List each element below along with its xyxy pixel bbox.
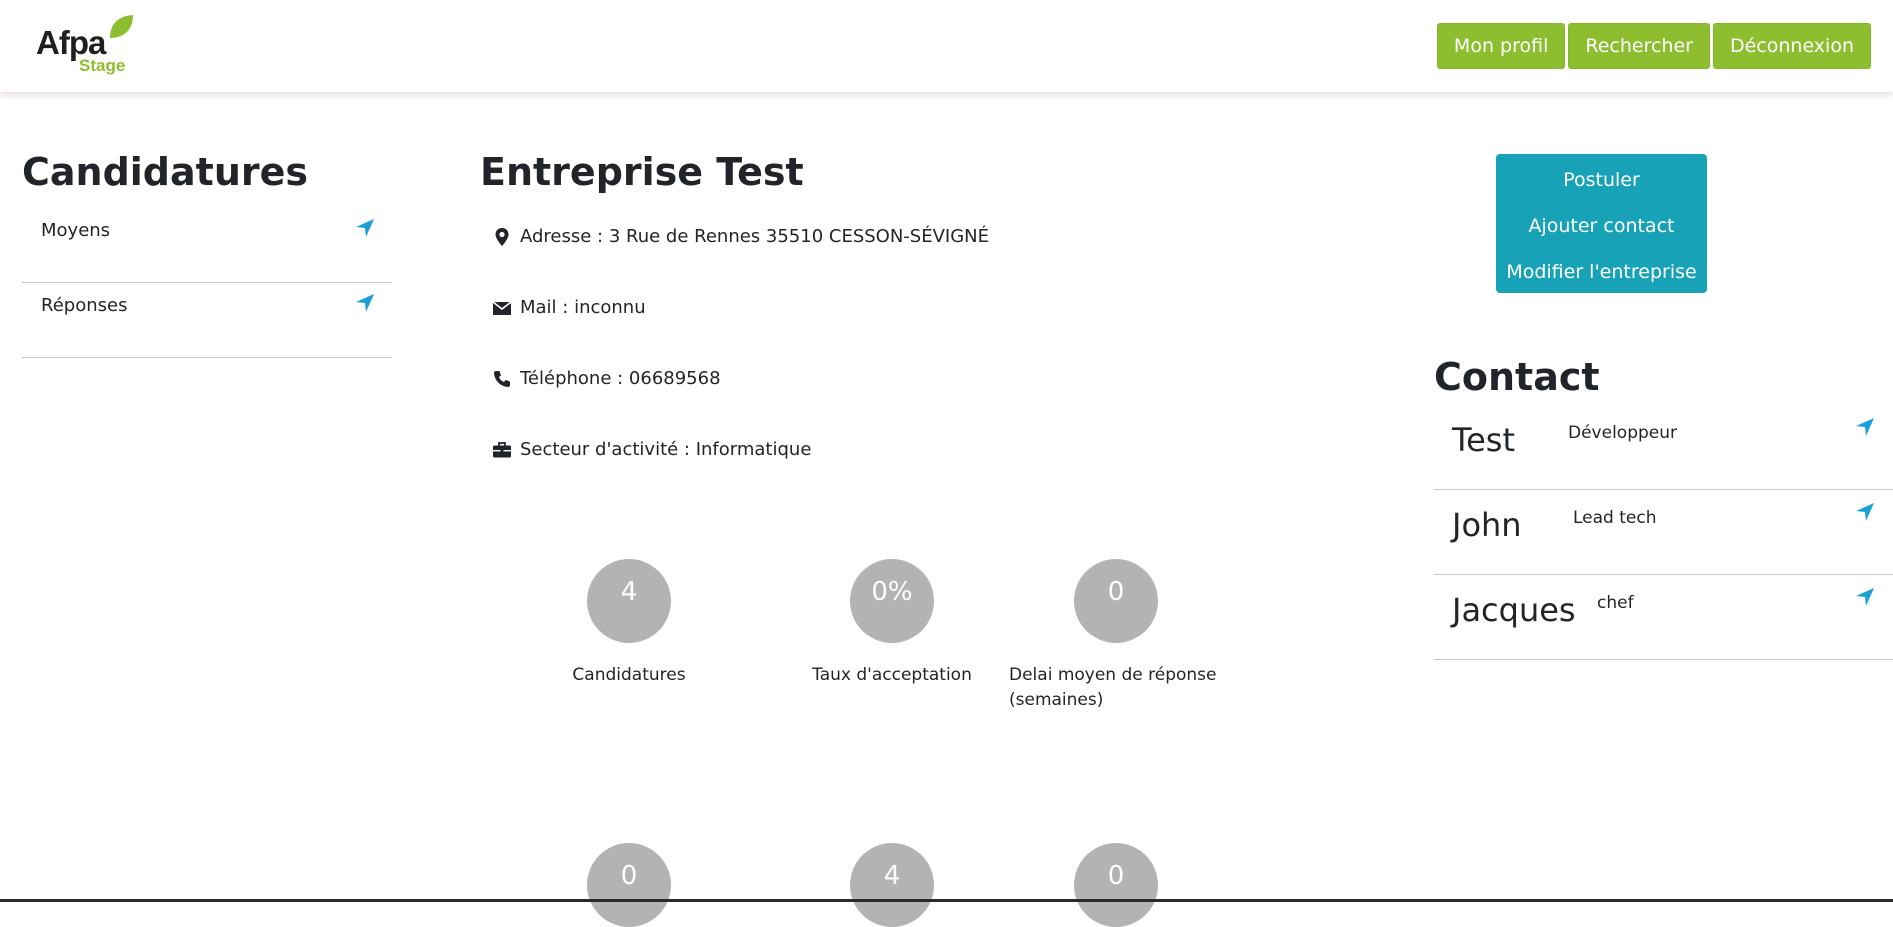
location-arrow-icon[interactable] bbox=[1855, 502, 1875, 522]
location-arrow-icon[interactable] bbox=[355, 218, 375, 238]
stat-delai-moyen: 0 Delai moyen de réponse (semaines) bbox=[1006, 559, 1226, 713]
map-marker-icon bbox=[492, 227, 512, 247]
postuler-button[interactable]: Postuler bbox=[1496, 165, 1707, 211]
company-details: Entreprise Test Adresse : 3 Rue de Renne… bbox=[480, 150, 1360, 927]
candidatures-panel: Candidatures Moyens Réponses bbox=[22, 150, 392, 358]
candidatures-list: Moyens Réponses bbox=[22, 208, 392, 358]
contact-item-jacques[interactable]: Jacques chef bbox=[1434, 575, 1893, 660]
sidebar-item-label: Réponses bbox=[41, 294, 128, 316]
leaf-icon bbox=[110, 15, 133, 38]
stat-item: 4 bbox=[782, 843, 1002, 927]
rechercher-button[interactable]: Rechercher bbox=[1568, 23, 1710, 69]
contact-list: Test Développeur John Lead tech Jacques … bbox=[1434, 405, 1893, 660]
sector-text: Secteur d'activité : Informatique bbox=[520, 439, 812, 460]
main-nav: Mon profil Rechercher Déconnexion bbox=[1436, 23, 1871, 69]
stat-label: Candidatures bbox=[572, 665, 686, 685]
envelope-icon bbox=[492, 298, 512, 318]
stat-value: 0% bbox=[850, 559, 934, 643]
stat-value: 4 bbox=[850, 843, 934, 927]
contact-title: Contact bbox=[1434, 355, 1600, 399]
stat-label: Delai moyen de réponse (semaines) bbox=[1009, 665, 1217, 710]
location-arrow-icon[interactable] bbox=[1855, 587, 1875, 607]
stat-item: 0 bbox=[519, 843, 739, 927]
contact-name: John bbox=[1452, 505, 1522, 544]
phone-text: Téléphone : 06689568 bbox=[520, 368, 721, 389]
modifier-entreprise-button[interactable]: Modifier l'entreprise bbox=[1496, 257, 1707, 303]
contact-panel: Contact Test Développeur John Lead tech … bbox=[1434, 355, 1893, 660]
afpa-stage-logo[interactable]: Afpa Stage bbox=[36, 14, 140, 78]
sidebar-item-moyens[interactable]: Moyens bbox=[22, 208, 392, 283]
company-name: Entreprise Test bbox=[480, 150, 804, 194]
mail-row: Mail : inconnu bbox=[492, 297, 646, 318]
stat-value: 0 bbox=[587, 843, 671, 927]
stat-value: 0 bbox=[1074, 843, 1158, 927]
stat-candidatures: 4 Candidatures bbox=[519, 559, 739, 688]
company-actions: Postuler Ajouter contact Modifier l'entr… bbox=[1496, 154, 1707, 293]
address-row: Adresse : 3 Rue de Rennes 35510 CESSON-S… bbox=[492, 226, 989, 247]
stat-item: 0 bbox=[1006, 843, 1226, 927]
phone-icon bbox=[492, 369, 512, 389]
sidebar-item-reponses[interactable]: Réponses bbox=[22, 283, 392, 358]
stat-value: 0 bbox=[1074, 559, 1158, 643]
top-navbar: Afpa Stage Mon profil Rechercher Déconne… bbox=[0, 0, 1893, 92]
contact-role: Lead tech bbox=[1573, 507, 1657, 528]
phone-row: Téléphone : 06689568 bbox=[492, 368, 721, 389]
mon-profil-button[interactable]: Mon profil bbox=[1436, 23, 1566, 69]
ajouter-contact-button[interactable]: Ajouter contact bbox=[1496, 211, 1707, 257]
stat-taux-acceptation: 0% Taux d'acceptation bbox=[782, 559, 1002, 688]
mail-text: Mail : inconnu bbox=[520, 297, 646, 318]
candidatures-title: Candidatures bbox=[22, 150, 309, 194]
contact-name: Test bbox=[1452, 420, 1516, 459]
contact-item-test[interactable]: Test Développeur bbox=[1434, 405, 1893, 490]
contact-name: Jacques bbox=[1452, 590, 1576, 629]
stat-label: Taux d'acceptation bbox=[812, 665, 972, 685]
contact-role: Développeur bbox=[1568, 422, 1677, 443]
address-text: Adresse : 3 Rue de Rennes 35510 CESSON-S… bbox=[520, 226, 990, 247]
location-arrow-icon[interactable] bbox=[1855, 417, 1875, 437]
contact-role: chef bbox=[1597, 592, 1634, 613]
contact-item-john[interactable]: John Lead tech bbox=[1434, 490, 1893, 575]
sector-row: Secteur d'activité : Informatique bbox=[492, 439, 811, 460]
logo-subtext: Stage bbox=[79, 56, 126, 75]
sidebar-item-label: Moyens bbox=[41, 219, 111, 241]
briefcase-icon bbox=[492, 440, 512, 460]
deconnexion-button[interactable]: Déconnexion bbox=[1712, 23, 1871, 69]
location-arrow-icon[interactable] bbox=[355, 293, 375, 313]
stat-value: 4 bbox=[587, 559, 671, 643]
